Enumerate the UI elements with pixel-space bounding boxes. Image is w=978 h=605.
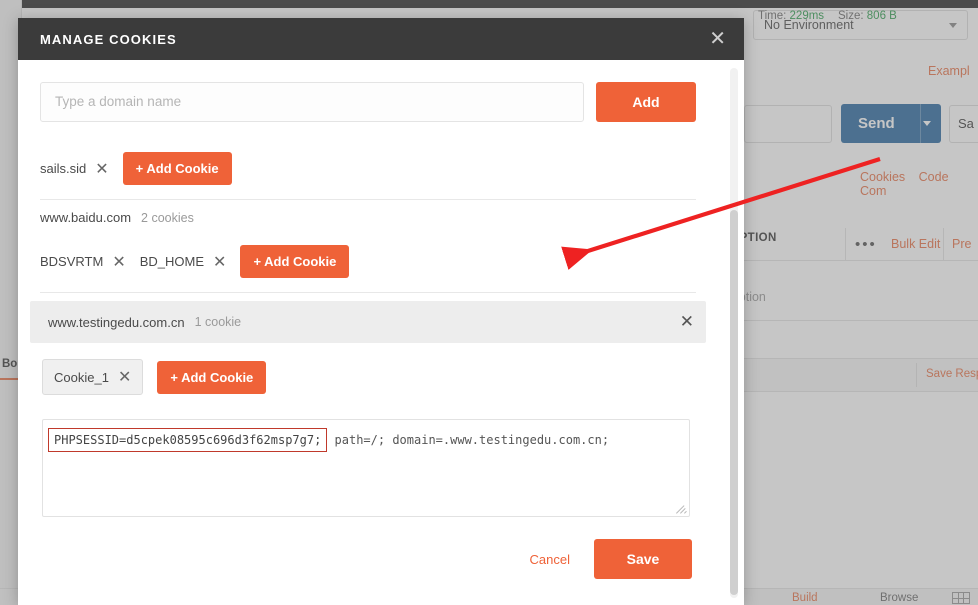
cookie-chip-row: sails.sid ✕ + Add Cookie: [18, 140, 718, 199]
divider: [40, 292, 696, 293]
add-cookie-button[interactable]: + Add Cookie: [240, 245, 350, 278]
screen: No Environment Exampl Send Sa Cookies Co…: [0, 0, 978, 605]
cookie-chip-active[interactable]: Cookie_1 ✕: [42, 359, 144, 395]
cookie-value-highlight: PHPSESSID=d5cpek08595c696d3f62msp7g7;: [48, 428, 328, 452]
cookie-group-domain: www.testingedu.com.cn: [48, 314, 185, 330]
manage-cookies-dialog: MANAGE COOKIES ✕ Type a domain name Add …: [18, 18, 744, 605]
cancel-button[interactable]: Cancel: [530, 552, 570, 567]
add-cookie-label: + Add Cookie: [170, 369, 254, 385]
cookie-group: www.baidu.com 2 cookies BDSVRTM ✕ BD_HOM…: [18, 200, 718, 292]
cookie-group-selected: www.testingedu.com.cn 1 cookie ✕ Cookie_…: [18, 301, 718, 517]
add-cookie-button[interactable]: + Add Cookie: [157, 360, 267, 394]
resize-handle-icon[interactable]: [675, 502, 687, 514]
cookie-chip-row: Cookie_1 ✕ + Add Cookie: [30, 347, 706, 409]
cookie-group-domain: www.baidu.com: [40, 210, 132, 225]
add-cookie-button[interactable]: + Add Cookie: [122, 152, 232, 185]
cookie-chip[interactable]: sails.sid ✕: [40, 159, 109, 179]
cookie-group-header[interactable]: www.baidu.com 2 cookies: [18, 200, 718, 233]
cookie-chip-label: BD_HOME: [139, 254, 205, 269]
cookie-chip[interactable]: BD_HOME ✕: [140, 252, 227, 272]
cookie-chip-label: Cookie_1: [54, 369, 109, 385]
dialog-scrollbar-thumb[interactable]: [730, 210, 738, 595]
cookie-group-count: 2 cookies: [141, 210, 194, 225]
dialog-header: MANAGE COOKIES ✕: [18, 18, 744, 60]
cookie-chip-label: sails.sid: [40, 161, 87, 176]
domain-name-input[interactable]: Type a domain name: [40, 82, 584, 122]
delete-cookie-icon[interactable]: ✕: [118, 367, 131, 387]
cookie-group-header[interactable]: www.testingedu.com.cn 1 cookie ✕: [30, 301, 706, 343]
add-cookie-label: + Add Cookie: [253, 254, 337, 269]
delete-cookie-icon[interactable]: ✕: [112, 252, 125, 272]
cookie-chip-row: BDSVRTM ✕ BD_HOME ✕ + Add Cookie: [18, 233, 718, 292]
cookie-value-rest: path=/; domain=.www.testingedu.com.cn;: [327, 433, 610, 447]
cookie-chip-label: BDSVRTM: [40, 254, 104, 269]
cookie-value-textarea[interactable]: PHPSESSID=d5cpek08595c696d3f62msp7g7; pa…: [42, 419, 690, 517]
cookie-chip[interactable]: BDSVRTM ✕: [40, 252, 126, 272]
cookie-editor-wrap: PHPSESSID=d5cpek08595c696d3f62msp7g7; pa…: [18, 409, 718, 517]
delete-cookie-icon[interactable]: ✕: [95, 159, 108, 179]
dialog-body: Type a domain name Add sails.sid ✕ + Add…: [18, 60, 744, 605]
add-cookie-label: + Add Cookie: [135, 161, 219, 176]
cookie-group-count: 1 cookie: [194, 315, 242, 329]
close-icon[interactable]: ✕: [709, 29, 726, 49]
dialog-title: MANAGE COOKIES: [40, 31, 177, 47]
remove-domain-icon[interactable]: ✕: [680, 312, 694, 332]
save-button-label: Save: [626, 551, 660, 567]
dialog-footer: Cancel Save: [18, 517, 718, 579]
dialog-scroll-area: Type a domain name Add sails.sid ✕ + Add…: [18, 60, 718, 605]
delete-cookie-icon[interactable]: ✕: [213, 252, 226, 272]
save-button[interactable]: Save: [594, 539, 692, 579]
add-domain-label: Add: [632, 94, 660, 110]
add-domain-button[interactable]: Add: [596, 82, 696, 122]
cookie-group: sails.sid ✕ + Add Cookie: [18, 140, 718, 199]
cookie-value-line: PHPSESSID=d5cpek08595c696d3f62msp7g7; pa…: [48, 428, 679, 452]
add-domain-row: Type a domain name Add: [18, 60, 718, 122]
